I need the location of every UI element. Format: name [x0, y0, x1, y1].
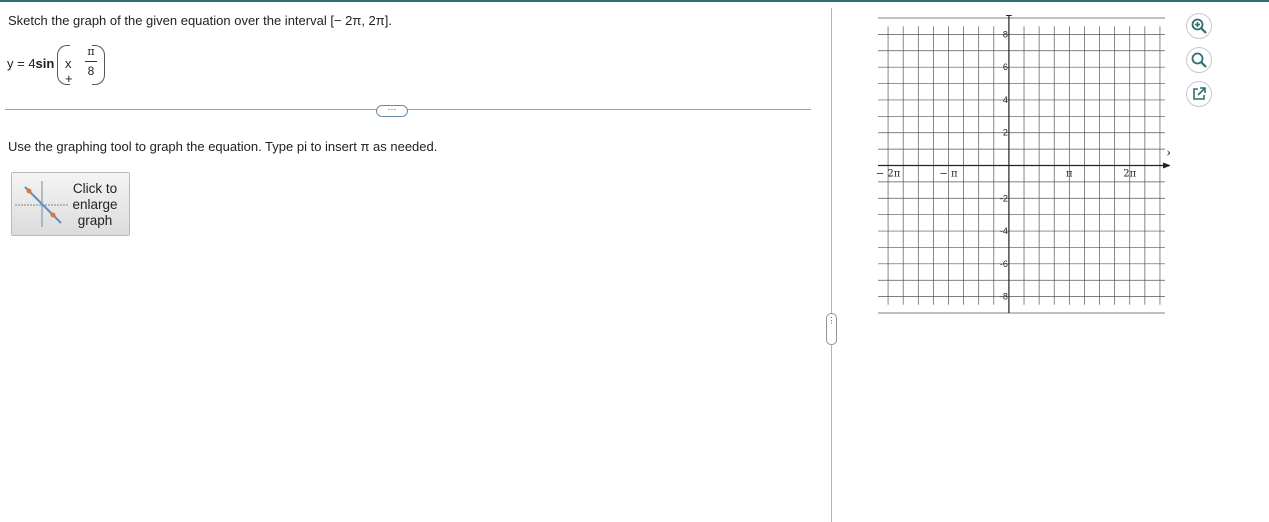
pane-separator	[831, 8, 832, 522]
y-tick-label: 4	[1003, 95, 1008, 105]
section-divider	[5, 109, 811, 110]
y-tick-label: -8	[1000, 292, 1008, 302]
equation-lhs: y = 4sin	[7, 56, 54, 71]
y-tick-label: 8	[1003, 29, 1008, 39]
zoom-out-icon	[1191, 52, 1207, 68]
right-paren	[92, 45, 105, 85]
y-tick-label: 6	[1003, 62, 1008, 72]
x-axis-arrow	[1163, 162, 1170, 169]
zoom-out-button[interactable]	[1186, 47, 1212, 73]
enlarge-graph-button[interactable]: Click to enlarge graph	[11, 172, 130, 236]
y-tick-label: -6	[1000, 259, 1008, 269]
equation-variable: x +	[65, 56, 73, 86]
graph-canvas[interactable]: xy− 2π− ππ2π8642-2-4-6-8	[860, 15, 1170, 325]
y-tick-label: 2	[1003, 128, 1008, 138]
instruction-text: Use the graphing tool to graph the equat…	[8, 139, 438, 154]
popout-button[interactable]	[1186, 81, 1212, 107]
x-tick-label: − π	[939, 169, 958, 180]
equation-function: sin	[35, 56, 55, 71]
equation-lhs-text: y = 4	[7, 56, 36, 71]
pane-resize-handle[interactable]: ⋮	[826, 313, 837, 345]
y-tick-label: -4	[1000, 226, 1008, 236]
question-pane: Sketch the graph of the given equation o…	[0, 2, 820, 522]
question-prompt: Sketch the graph of the given equation o…	[8, 13, 392, 28]
x-tick-label: π	[1066, 169, 1073, 180]
more-options-button[interactable]: ···	[376, 105, 408, 117]
zoom-in-button[interactable]	[1186, 13, 1212, 39]
external-link-icon	[1193, 87, 1206, 100]
y-axis-arrow	[1005, 15, 1012, 16]
x-tick-label: − 2π	[876, 169, 901, 180]
y-tick-label: -2	[1000, 193, 1008, 203]
pane-handle-dots: ⋮	[827, 316, 836, 325]
zoom-in-icon	[1191, 18, 1207, 34]
x-tick-label: 2π	[1123, 169, 1136, 180]
x-axis-label: x	[1167, 148, 1170, 158]
enlarge-graph-label: Click to enlarge graph	[72, 181, 118, 228]
graph-thumbnail-icon	[15, 181, 69, 227]
